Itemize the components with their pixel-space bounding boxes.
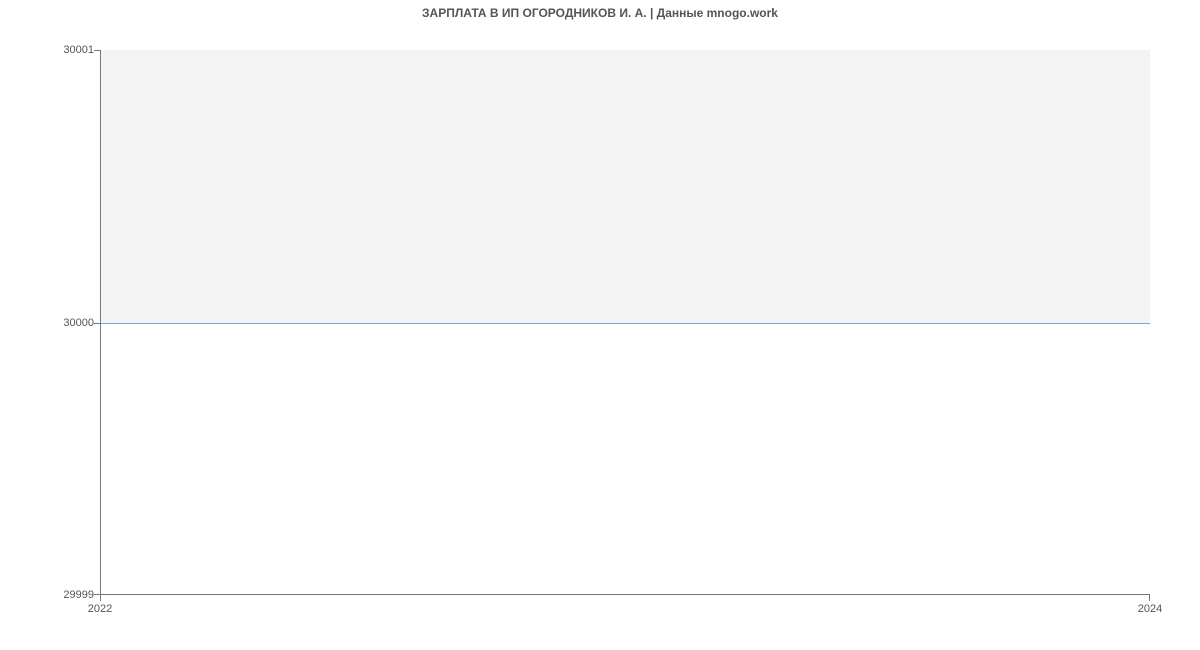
y-tick-mid <box>94 323 100 324</box>
x-tick-label-right: 2024 <box>1138 603 1162 615</box>
y-axis <box>100 50 101 595</box>
data-line <box>100 323 1150 324</box>
y-tick-top <box>94 50 100 51</box>
y-tick-label-bottom: 29999 <box>34 589 94 601</box>
plot-band-upper <box>100 50 1150 323</box>
y-tick-label-mid: 30000 <box>34 317 94 329</box>
x-tick-label-left: 2022 <box>88 603 112 615</box>
x-tick-right <box>1149 595 1150 601</box>
plot-area <box>100 50 1150 595</box>
chart-frame: ЗАРПЛАТА В ИП ОГОРОДНИКОВ И. А. | Данные… <box>0 0 1200 650</box>
chart-title: ЗАРПЛАТА В ИП ОГОРОДНИКОВ И. А. | Данные… <box>0 6 1200 20</box>
x-tick-left <box>100 595 101 601</box>
y-tick-label-top: 30001 <box>34 44 94 56</box>
x-axis <box>100 594 1150 595</box>
